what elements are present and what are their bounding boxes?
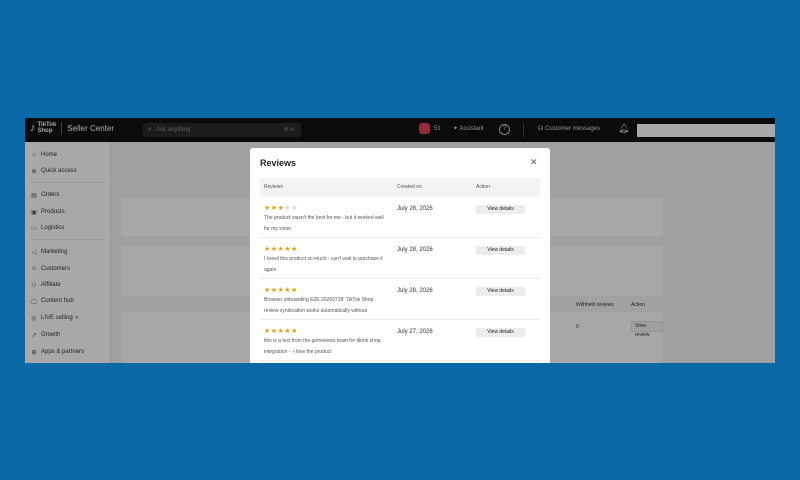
review-text: this is a text from the getreviews team …	[264, 338, 381, 355]
star-filled-icon: ★	[270, 246, 278, 253]
modal-title: Reviews	[260, 158, 297, 168]
view-details-button[interactable]: View details	[476, 205, 525, 214]
table-row: ★★★★★ Browser onboarding E2E 20260728: T…	[260, 279, 540, 320]
table-row: ★★★★★ The product wasn't the best for me…	[260, 197, 540, 238]
star-filled-icon: ★	[270, 328, 278, 335]
review-text: I loved this product so much - can't wai…	[264, 256, 383, 273]
star-filled-icon: ★	[291, 246, 298, 253]
star-filled-icon: ★	[270, 287, 278, 294]
star-filled-icon: ★	[264, 287, 271, 294]
close-icon[interactable]: ✕	[530, 157, 538, 168]
reviews-table-header: Reviews Created on Action	[260, 178, 540, 197]
created-date: July 28, 2026	[397, 288, 433, 294]
star-filled-icon: ★	[270, 205, 278, 212]
view-details-button[interactable]: View details	[476, 246, 525, 255]
column-header-reviews: Reviews	[264, 184, 283, 190]
table-row: ★★★★★ I loved this product so much - can…	[260, 238, 540, 279]
star-rating: ★★★★★	[264, 245, 298, 253]
star-rating: ★★★★★	[264, 286, 298, 294]
table-row: ★★★★★ this is a text from the getreviews…	[260, 320, 540, 361]
star-rating: ★★★★★	[264, 204, 298, 212]
created-date: July 28, 2026	[397, 206, 433, 212]
star-rating: ★★★★★	[264, 327, 298, 335]
review-text: Browser onboarding E2E 20260728: TikTok …	[264, 297, 374, 314]
reviews-modal: Reviews ✕ Reviews Created on Action ★★★★…	[250, 148, 550, 363]
star-filled-icon: ★	[291, 287, 298, 294]
column-header-created-on: Created on	[397, 184, 422, 190]
reviews-table: Reviews Created on Action ★★★★★ The prod…	[260, 178, 540, 361]
star-filled-icon: ★	[264, 328, 271, 335]
star-filled-icon: ★	[264, 205, 271, 212]
review-text: The product wasn't the best for me - but…	[264, 215, 384, 232]
column-header-action: Action	[476, 184, 490, 190]
view-details-button[interactable]: View details	[476, 328, 525, 337]
star-filled-icon: ★	[291, 328, 298, 335]
view-details-button[interactable]: View details	[476, 287, 525, 296]
star-empty-icon: ★	[291, 205, 298, 212]
created-date: July 28, 2026	[397, 247, 433, 253]
created-date: July 27, 2026	[397, 329, 433, 335]
star-filled-icon: ★	[264, 246, 271, 253]
